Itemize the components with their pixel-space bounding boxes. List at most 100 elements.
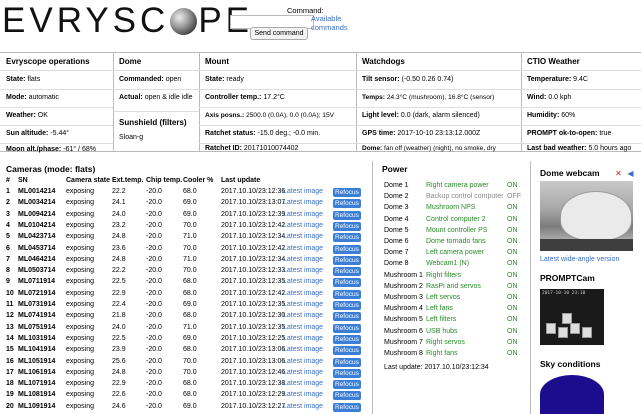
- power-row[interactable]: Mushroom 6 USB hubs ON: [376, 327, 530, 338]
- latest-image-link[interactable]: Latest image: [283, 390, 323, 401]
- table-row: 3 ML0094214 exposing 24.0 -20.0 69.0 2017.10.1…: [0, 210, 372, 221]
- power-outlet-desc: RasPi and servos: [426, 282, 481, 290]
- camera-serial: ML0104214: [18, 221, 56, 229]
- latest-image-link[interactable]: Latest image: [283, 379, 323, 390]
- latest-image-link[interactable]: Latest image: [283, 232, 323, 243]
- ext-temp: 23.6: [112, 244, 126, 252]
- ext-temp: 24.8: [112, 233, 126, 241]
- refocus-button[interactable]: Refocus: [333, 210, 361, 220]
- refocus-button[interactable]: Refocus: [333, 278, 361, 288]
- power-row[interactable]: Dome 3 Mushroom NPS ON: [376, 203, 530, 214]
- latest-image-link[interactable]: Latest image: [283, 187, 323, 198]
- power-row[interactable]: Mushroom 8 Right fans ON: [376, 349, 530, 360]
- latest-wide-angle-link[interactable]: Latest wide-angle version: [540, 256, 619, 263]
- camera-serial: ML1071914: [18, 380, 56, 388]
- power-row[interactable]: Mushroom 3 Left servos ON: [376, 293, 530, 304]
- refocus-button[interactable]: Refocus: [333, 368, 361, 378]
- latest-image-link[interactable]: Latest image: [283, 334, 323, 345]
- ext-temp: 22.6: [112, 391, 126, 399]
- latest-image-link[interactable]: Latest image: [283, 345, 323, 356]
- camera-number: 19: [6, 391, 14, 399]
- refocus-button[interactable]: Refocus: [333, 255, 361, 265]
- power-outlet-desc: Right camera power: [426, 182, 489, 189]
- refocus-button[interactable]: Refocus: [333, 357, 361, 367]
- ext-temp: 23.9: [112, 346, 126, 354]
- camera-number: 20: [6, 402, 14, 410]
- power-row[interactable]: Dome 5 Mount controller PS ON: [376, 226, 530, 237]
- status-row: Tilt sensor: (-0.50 0.26 0.74): [362, 76, 454, 83]
- power-outlet-state: ON: [507, 305, 518, 313]
- latest-image-link[interactable]: Latest image: [283, 402, 323, 413]
- power-row[interactable]: Mushroom 2 RasPi and servos ON: [376, 282, 530, 293]
- refocus-button[interactable]: Refocus: [333, 312, 361, 322]
- table-row: 7 ML0464214 exposing 24.8 -20.0 71.0 2017.10.1…: [0, 255, 372, 266]
- power-row[interactable]: Dome 2 Backup control computer OFF: [376, 192, 530, 203]
- power-row[interactable]: Mushroom 7 Right servos ON: [376, 338, 530, 349]
- power-outlet-name: Dome 5: [384, 226, 409, 234]
- latest-image-link[interactable]: Latest image: [283, 323, 323, 334]
- power-row[interactable]: Dome 7 Left camera power ON: [376, 248, 530, 259]
- cooler-percent: 70.0: [183, 357, 197, 365]
- camera-number: 7: [6, 255, 10, 263]
- camera-serial: ML0453714: [18, 244, 56, 252]
- cameras-table-header: # SN Camera state Ext.temp. Chip temp. C…: [0, 177, 372, 186]
- power-row[interactable]: Mushroom 5 Left filters ON: [376, 315, 530, 326]
- latest-image-link[interactable]: Latest image: [283, 255, 323, 266]
- latest-image-link[interactable]: Latest image: [283, 289, 323, 300]
- power-outlet-desc: USB hubs: [426, 327, 458, 335]
- power-row[interactable]: Mushroom 1 Right filters ON: [376, 271, 530, 282]
- power-row[interactable]: Dome 4 Control computer 2 ON: [376, 215, 530, 226]
- camera-serial: ML1031914: [18, 334, 56, 342]
- chip-temp: -20.0: [146, 289, 162, 297]
- latest-image-link[interactable]: Latest image: [283, 277, 323, 288]
- power-row[interactable]: Dome 1 Right camera power ON: [376, 181, 530, 192]
- refocus-button[interactable]: Refocus: [333, 221, 361, 231]
- refocus-button[interactable]: Refocus: [333, 199, 361, 209]
- sky-conditions-image[interactable]: [540, 375, 604, 414]
- refocus-button[interactable]: Refocus: [333, 323, 361, 333]
- latest-image-link[interactable]: Latest image: [283, 210, 323, 221]
- camera-serial: ML1051914: [18, 357, 56, 365]
- refocus-button[interactable]: Refocus: [333, 244, 361, 254]
- refocus-button[interactable]: Refocus: [333, 188, 361, 197]
- refocus-button[interactable]: Refocus: [333, 267, 361, 277]
- refocus-button[interactable]: Refocus: [333, 301, 361, 310]
- camera-serial: ML0711914: [18, 278, 55, 286]
- available-commands-link[interactable]: Available commands: [311, 14, 351, 32]
- latest-image-link[interactable]: Latest image: [283, 357, 323, 368]
- power-row[interactable]: Mushroom 4 Left fans ON: [376, 304, 530, 315]
- refocus-button[interactable]: Refocus: [333, 391, 361, 401]
- refocus-button[interactable]: Refocus: [333, 334, 361, 344]
- camera-number: 15: [6, 346, 14, 354]
- latest-image-link[interactable]: Latest image: [283, 244, 323, 255]
- latest-image-link[interactable]: Latest image: [283, 221, 323, 232]
- status-row: Ratchet status: -15.0 deg.; -0.0 min.: [205, 130, 321, 137]
- refocus-button[interactable]: Refocus: [333, 289, 361, 299]
- refocus-button[interactable]: Refocus: [333, 380, 361, 390]
- sunshield-value: Sloan-g: [119, 134, 144, 141]
- camera-serial: ML0014214: [18, 188, 56, 195]
- latest-image-link[interactable]: Latest image: [283, 300, 323, 311]
- camera-number: 1: [6, 188, 10, 195]
- latest-image-link[interactable]: Latest image: [283, 311, 323, 322]
- refocus-button[interactable]: Refocus: [333, 402, 361, 412]
- send-command-button[interactable]: Send command: [250, 27, 308, 40]
- latest-image-link[interactable]: Latest image: [283, 368, 323, 379]
- promptcam-image[interactable]: 2017-10-10 23:10: [540, 289, 604, 345]
- power-row[interactable]: Dome 6 Dome tornado fans ON: [376, 237, 530, 248]
- speaker-icon[interactable]: ◀: [626, 169, 635, 178]
- camera-state: exposing: [66, 199, 95, 207]
- dome-webcam-image[interactable]: [540, 181, 633, 251]
- latest-image-link[interactable]: Latest image: [283, 266, 323, 277]
- latest-image-link[interactable]: Latest image: [283, 198, 323, 209]
- evryscope-operations-title: Evryscope operations: [6, 57, 90, 66]
- power-row[interactable]: Dome 8 Webcam1 (N) ON: [376, 259, 530, 270]
- status-row: State: ready: [205, 76, 244, 83]
- last-update: 2017.10.10/23:12:35: [221, 323, 286, 331]
- flag-icon[interactable]: ✕: [614, 169, 623, 178]
- camera-number: 4: [6, 221, 10, 229]
- refocus-button[interactable]: Refocus: [333, 346, 361, 356]
- refocus-button[interactable]: Refocus: [333, 233, 361, 243]
- status-row: Moon alt./phase: -61° / 68%: [6, 146, 96, 153]
- chip-temp: -20.0: [146, 312, 162, 320]
